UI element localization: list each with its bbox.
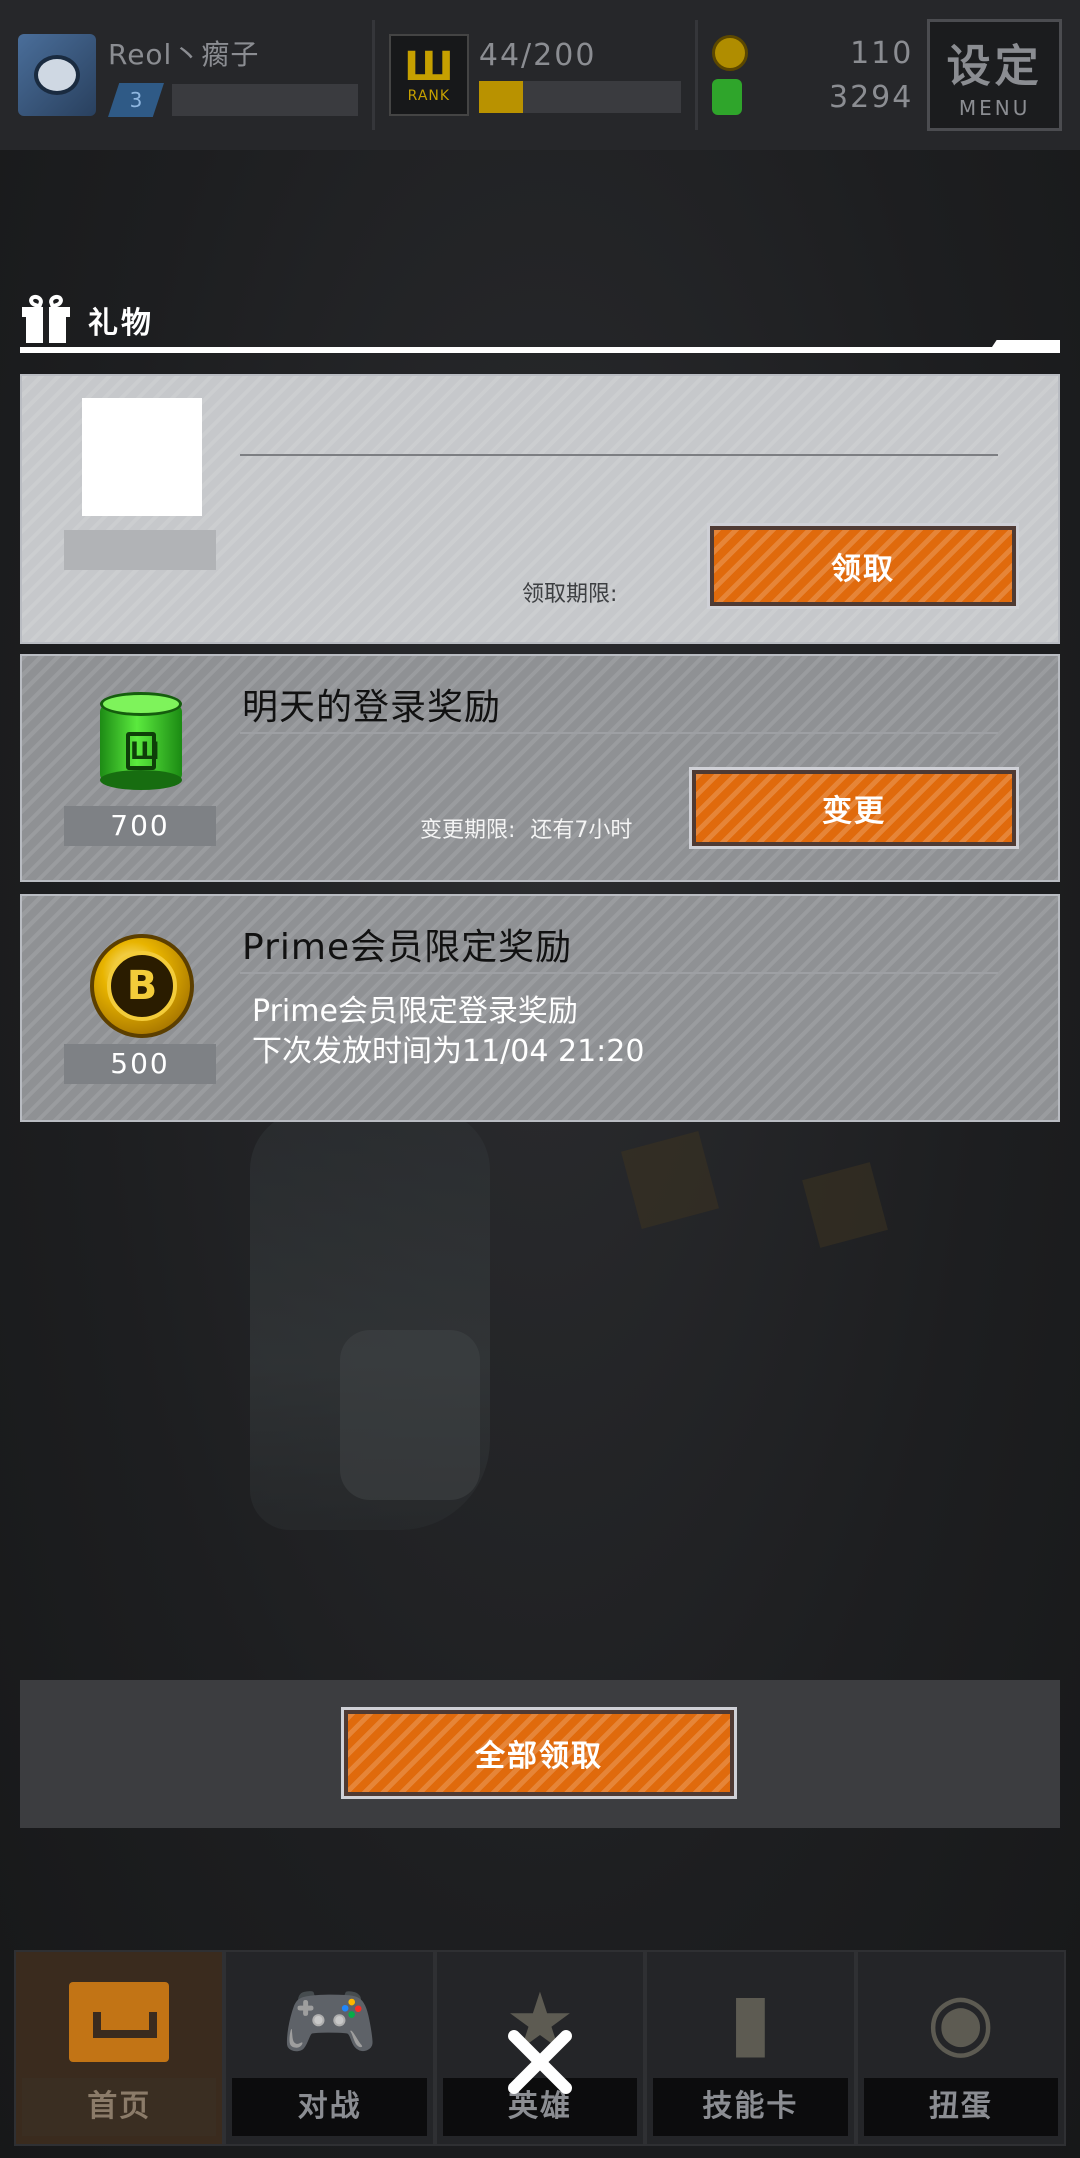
player-info: Reol丶瘸子 3 <box>108 33 358 117</box>
top-status-bar: Reol丶瘸子 3 Ш RANK 44/200 110 3294 设定 MENU <box>0 0 1080 150</box>
gacha-icon: ◉ <box>926 1977 995 2067</box>
can-count: 3294 <box>828 79 914 115</box>
nav-item-home[interactable]: 首页 <box>14 1950 225 2146</box>
background-cube <box>802 1162 888 1248</box>
nav-item-gacha[interactable]: ◉ 扭蛋 <box>855 1950 1067 2146</box>
gift-card-title-rule <box>240 732 998 734</box>
background-cube <box>621 1131 719 1229</box>
background-character-boot <box>340 1330 480 1500</box>
gift-card: 领取期限: 领取 <box>20 374 1060 644</box>
gift-card-deadline: 变更期限: 还有7小时 <box>420 812 632 844</box>
gold-coin-icon: B <box>90 934 194 1038</box>
gamepad-icon: 🎮 <box>281 1976 379 2067</box>
nav-item-battle[interactable]: 🎮 对战 <box>224 1950 435 2146</box>
gift-card-title-rule <box>240 454 998 456</box>
topbar-divider <box>372 20 375 130</box>
menu-en-label: MENU <box>958 96 1031 120</box>
green-can-icon: Ш <box>100 692 182 790</box>
gift-icon <box>20 292 72 345</box>
player-avatar[interactable] <box>18 34 96 116</box>
nav-label: 技能卡 <box>653 2078 848 2136</box>
gift-item-qty <box>64 530 216 570</box>
rank-label: RANK <box>407 88 451 104</box>
gift-header-rule-tab <box>988 340 1060 353</box>
close-icon <box>508 2030 572 2094</box>
currency-block: 110 3294 <box>711 31 914 119</box>
rank-block[interactable]: Ш RANK 44/200 <box>388 34 681 116</box>
nav-label: 首页 <box>22 2078 217 2136</box>
gift-header: 礼物 <box>20 290 1060 350</box>
coin-count: 110 <box>850 35 914 71</box>
player-name: Reol丶瘸子 <box>108 38 260 71</box>
gift-card-desc-line: Prime会员限定登录奖励 <box>252 994 578 1029</box>
rank-count: 44/200 <box>478 37 597 73</box>
rank-progress-bar <box>478 80 681 113</box>
gift-item-qty: 700 <box>64 806 216 846</box>
avatar-face <box>34 55 80 95</box>
rank-glyph: Ш <box>404 44 454 90</box>
gift-card-title: Prime会员限定奖励 <box>242 927 573 968</box>
rank-info: 44/200 <box>478 37 681 113</box>
gift-title: 礼物 <box>88 306 154 341</box>
home-return-icon <box>16 1962 222 2082</box>
gift-header-rule <box>20 347 1060 353</box>
gift-card-title: 明天的登录奖励 <box>242 687 502 728</box>
collect-all-button[interactable]: 全部领取 <box>341 1707 737 1799</box>
claim-button[interactable]: 领取 <box>707 523 1019 609</box>
player-level-badge: 3 <box>108 83 164 117</box>
nav-item-skill-card[interactable]: ▮ 技能卡 <box>645 1950 856 2146</box>
coin-icon <box>711 35 748 71</box>
gift-item-image <box>82 398 202 516</box>
topbar-divider <box>694 20 698 130</box>
gift-card: Ш 700 明天的登录奖励 变更期限: 还有7小时 变更 <box>20 654 1060 882</box>
player-exp-bar <box>172 84 358 116</box>
deadline-label: 变更期限: <box>420 818 516 843</box>
gift-card: B 500 Prime会员限定奖励 Prime会员限定登录奖励 下次发放时间为1… <box>20 894 1060 1122</box>
player-level-row: 3 <box>108 83 358 117</box>
gift-card-desc-line: 下次发放时间为11/04 21:20 <box>252 1034 645 1069</box>
change-button[interactable]: 变更 <box>689 767 1019 849</box>
menu-kanji-label: 设定 <box>946 41 1043 92</box>
rank-progress-fill <box>478 80 524 113</box>
can-icon <box>711 79 742 115</box>
coin-row: 110 <box>711 31 914 75</box>
nav-label: 扭蛋 <box>863 2078 1059 2136</box>
player-profile[interactable]: Reol丶瘸子 3 <box>18 33 358 117</box>
close-button[interactable] <box>498 2020 582 2104</box>
settings-menu-button[interactable]: 设定 MENU <box>927 19 1062 131</box>
rank-icon: Ш RANK <box>388 34 469 116</box>
can-row: 3294 <box>711 75 914 119</box>
gift-card-deadline-label: 领取期限: <box>522 582 618 607</box>
gift-item-qty: 500 <box>64 1044 216 1084</box>
skill-card-icon: ▮ <box>728 1977 772 2067</box>
nav-label: 对战 <box>232 2078 427 2136</box>
gift-card-title-rule <box>240 972 998 974</box>
deadline-value: 还有7小时 <box>530 818 633 843</box>
